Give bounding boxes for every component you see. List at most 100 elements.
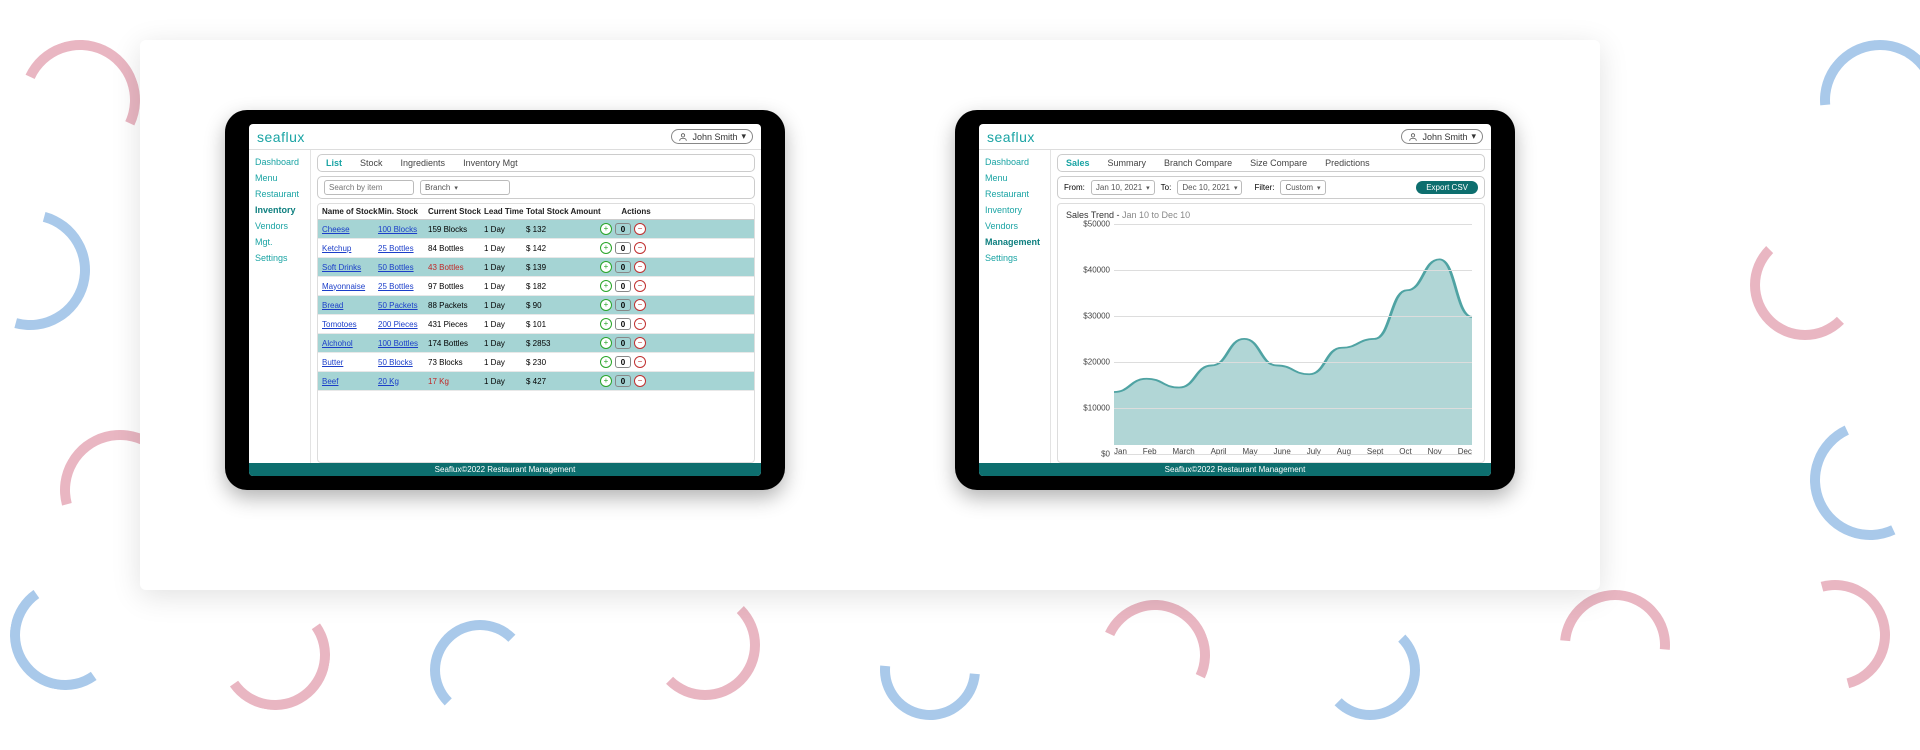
filter-bar: Branch [317, 176, 755, 199]
sidebar-item-vendors[interactable]: Vendors [253, 218, 310, 234]
col-lead: Lead Time [484, 207, 526, 216]
export-csv-button[interactable]: Export CSV [1416, 181, 1478, 194]
decrement-button[interactable]: − [634, 337, 646, 349]
lead-time: 1 Day [484, 263, 526, 272]
quantity-value[interactable]: 0 [615, 318, 631, 330]
sidebar-item-restaurant[interactable]: Restaurant [253, 186, 310, 202]
sidebar-item-vendors[interactable]: Vendors [983, 218, 1050, 234]
tab-inventory-mgt[interactable]: Inventory Mgt [463, 158, 518, 168]
min-stock-link[interactable]: 50 Packets [378, 301, 428, 310]
branch-select[interactable]: Branch [420, 180, 510, 195]
increment-button[interactable]: + [600, 375, 612, 387]
decrement-button[interactable]: − [634, 318, 646, 330]
to-date-select[interactable]: Dec 10, 2021 [1177, 180, 1242, 195]
topbar: seaflux John Smith ▾ [249, 124, 761, 150]
increment-button[interactable]: + [600, 356, 612, 368]
brand-logo: seaflux [987, 129, 1035, 145]
tab-ingredients[interactable]: Ingredients [401, 158, 446, 168]
col-min: Min. Stock [378, 207, 428, 216]
quantity-value[interactable]: 0 [615, 223, 631, 235]
sidebar-item-menu[interactable]: Menu [983, 170, 1050, 186]
increment-button[interactable]: + [600, 280, 612, 292]
min-stock-link[interactable]: 200 Pieces [378, 320, 428, 329]
sidebar-item-mgt-[interactable]: Mgt. [253, 234, 310, 250]
stock-name-link[interactable]: Bread [322, 301, 378, 310]
decrement-button[interactable]: − [634, 242, 646, 254]
total-amount: $ 2853 [526, 339, 600, 348]
stock-name-link[interactable]: Tomotoes [322, 320, 378, 329]
stock-name-link[interactable]: Alchohol [322, 339, 378, 348]
col-name: Name of Stock [322, 207, 378, 216]
branch-select-label: Branch [425, 183, 450, 192]
decrement-button[interactable]: − [634, 375, 646, 387]
tab-summary[interactable]: Summary [1108, 158, 1147, 168]
lead-time: 1 Day [484, 225, 526, 234]
min-stock-link[interactable]: 25 Bottles [378, 282, 428, 291]
tab-branch-compare[interactable]: Branch Compare [1164, 158, 1232, 168]
total-amount: $ 230 [526, 358, 600, 367]
min-stock-link[interactable]: 100 Blocks [378, 225, 428, 234]
user-menu[interactable]: John Smith ▾ [1401, 129, 1483, 144]
sidebar-item-inventory[interactable]: Inventory [253, 202, 310, 218]
tab-predictions[interactable]: Predictions [1325, 158, 1370, 168]
filter-select[interactable]: Custom [1280, 180, 1325, 195]
decrement-button[interactable]: − [634, 280, 646, 292]
topbar: seaflux John Smith ▾ [979, 124, 1491, 150]
sidebar-item-dashboard[interactable]: Dashboard [983, 154, 1050, 170]
sidebar-item-menu[interactable]: Menu [253, 170, 310, 186]
sidebar-item-settings[interactable]: Settings [253, 250, 310, 266]
quantity-value[interactable]: 0 [615, 375, 631, 387]
y-tick-label: $10000 [1083, 404, 1110, 413]
user-menu[interactable]: John Smith ▾ [671, 129, 753, 144]
stock-name-link[interactable]: Butter [322, 358, 378, 367]
tab-sales[interactable]: Sales [1066, 158, 1090, 168]
min-stock-link[interactable]: 20 Kg [378, 377, 428, 386]
decrement-button[interactable]: − [634, 223, 646, 235]
increment-button[interactable]: + [600, 261, 612, 273]
tab-size-compare[interactable]: Size Compare [1250, 158, 1307, 168]
increment-button[interactable]: + [600, 242, 612, 254]
search-input[interactable] [324, 180, 414, 195]
chart-plot-area: $0$10000$20000$30000$40000$50000 [1066, 224, 1476, 445]
stock-name-link[interactable]: Soft Drinks [322, 263, 378, 272]
increment-button[interactable]: + [600, 223, 612, 235]
user-name: John Smith [1422, 132, 1467, 142]
stock-name-link[interactable]: Beef [322, 377, 378, 386]
table-header: Name of Stock Min. Stock Current Stock L… [318, 204, 754, 220]
to-date-value: Dec 10, 2021 [1182, 183, 1230, 192]
tablet-management: seaflux John Smith ▾ DashboardMenuRestau… [955, 110, 1515, 490]
sidebar-item-settings[interactable]: Settings [983, 250, 1050, 266]
tab-list[interactable]: List [326, 158, 342, 168]
content-inventory: List Stock Ingredients Inventory Mgt Branch… [311, 150, 761, 463]
min-stock-link[interactable]: 25 Bottles [378, 244, 428, 253]
quantity-value[interactable]: 0 [615, 280, 631, 292]
tab-stock[interactable]: Stock [360, 158, 383, 168]
stock-name-link[interactable]: Cheese [322, 225, 378, 234]
lead-time: 1 Day [484, 244, 526, 253]
sidebar-item-restaurant[interactable]: Restaurant [983, 186, 1050, 202]
quantity-value[interactable]: 0 [615, 299, 631, 311]
quantity-value[interactable]: 0 [615, 356, 631, 368]
increment-button[interactable]: + [600, 299, 612, 311]
from-date-select[interactable]: Jan 10, 2021 [1091, 180, 1155, 195]
grid-line [1114, 408, 1472, 409]
footer: Seaflux©2022 Restaurant Management [249, 463, 761, 476]
min-stock-link[interactable]: 50 Blocks [378, 358, 428, 367]
decrement-button[interactable]: − [634, 356, 646, 368]
quantity-value[interactable]: 0 [615, 337, 631, 349]
quantity-value[interactable]: 0 [615, 261, 631, 273]
table-row: Ketchup25 Bottles84 Bottles1 Day$ 142+0− [318, 239, 754, 258]
increment-button[interactable]: + [600, 318, 612, 330]
sidebar-item-inventory[interactable]: Inventory [983, 202, 1050, 218]
min-stock-link[interactable]: 100 Bottles [378, 339, 428, 348]
current-stock: 174 Bottles [428, 339, 484, 348]
sidebar-item-dashboard[interactable]: Dashboard [253, 154, 310, 170]
stock-name-link[interactable]: Ketchup [322, 244, 378, 253]
increment-button[interactable]: + [600, 337, 612, 349]
decrement-button[interactable]: − [634, 299, 646, 311]
quantity-value[interactable]: 0 [615, 242, 631, 254]
min-stock-link[interactable]: 50 Bottles [378, 263, 428, 272]
decrement-button[interactable]: − [634, 261, 646, 273]
sidebar-item-management[interactable]: Management [983, 234, 1050, 250]
stock-name-link[interactable]: Mayonnaise [322, 282, 378, 291]
